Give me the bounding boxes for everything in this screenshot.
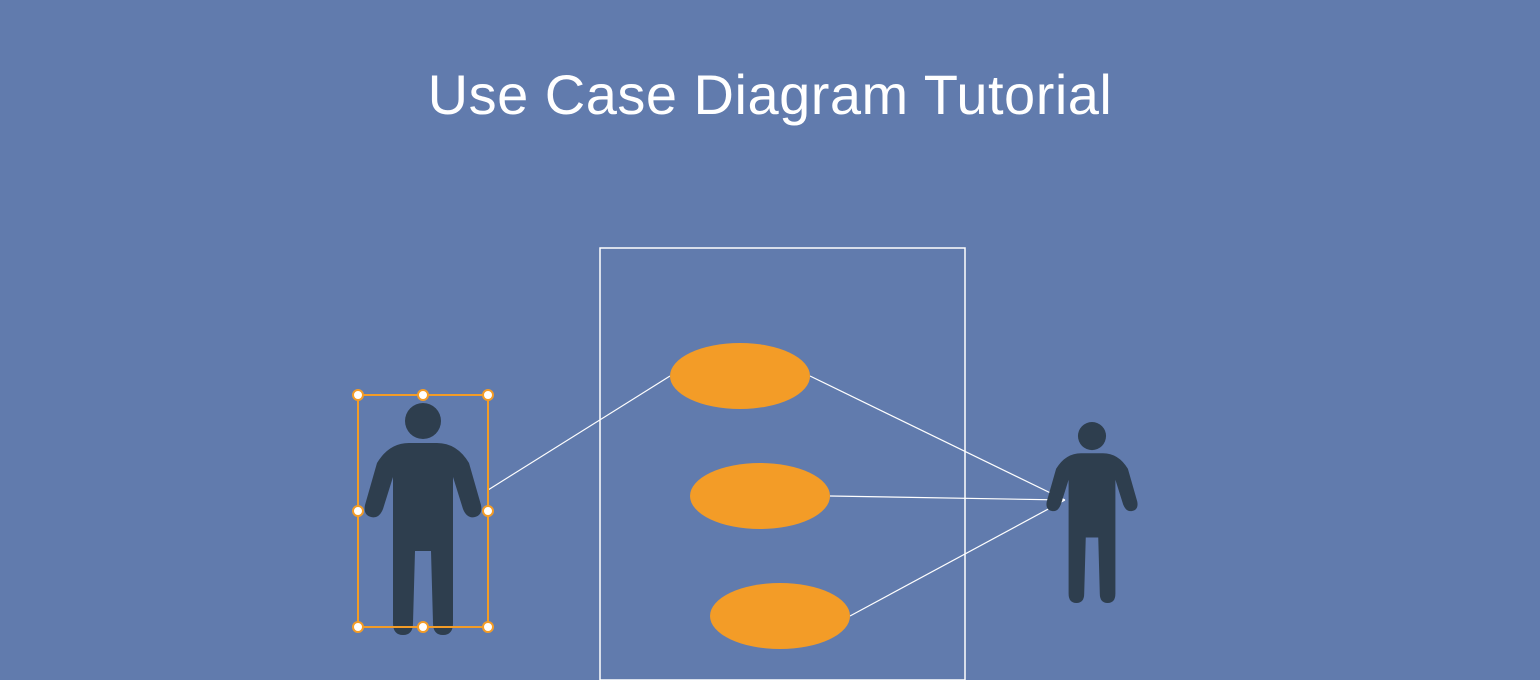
connector[interactable] — [488, 376, 670, 490]
connector[interactable] — [830, 496, 1065, 500]
selection-handle[interactable] — [483, 390, 493, 400]
connector[interactable] — [850, 500, 1065, 616]
connector[interactable] — [810, 376, 1065, 500]
selection-handle[interactable] — [483, 622, 493, 632]
selection-handle[interactable] — [483, 506, 493, 516]
diagram-canvas[interactable]: Use Case Diagram Tutorial — [0, 0, 1540, 680]
actor-icon[interactable] — [1046, 422, 1137, 603]
selection-handle[interactable] — [353, 506, 363, 516]
usecase-ellipse[interactable] — [710, 583, 850, 649]
selection-handle[interactable] — [418, 390, 428, 400]
usecase-ellipse[interactable] — [670, 343, 810, 409]
diagram-svg — [0, 0, 1540, 680]
actor-icon[interactable] — [365, 403, 482, 635]
usecase-ellipse[interactable] — [690, 463, 830, 529]
selection-handle[interactable] — [353, 622, 363, 632]
selection-handle[interactable] — [418, 622, 428, 632]
selection-handle[interactable] — [353, 390, 363, 400]
